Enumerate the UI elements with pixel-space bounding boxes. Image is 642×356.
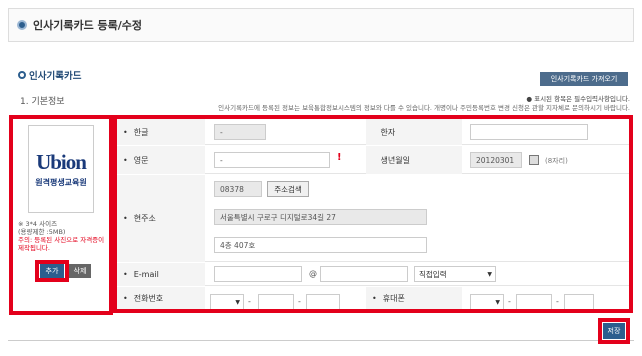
header-bullet-icon <box>17 20 27 30</box>
photo-highlight-frame <box>9 115 113 315</box>
subsection-title: 1. 기본정보 <box>20 97 65 107</box>
import-card-button[interactable]: 인사기록카드 가져오기 <box>540 72 628 86</box>
page-header: 인사기록카드 등록/수정 <box>8 8 634 42</box>
bottom-divider <box>8 340 634 341</box>
form-highlight-frame <box>113 115 633 313</box>
section-header: 인사기록카드 <box>18 68 81 82</box>
section-bullet-icon <box>18 71 26 79</box>
page-title: 인사기록카드 등록/수정 <box>33 19 143 32</box>
save-button[interactable]: 저장 <box>603 323 625 339</box>
section-title: 인사기록카드 <box>29 71 82 82</box>
info-notice: 인사기록카드에 등록된 정보는 보육통합정보시스템의 정보와 다를 수 있습니다… <box>218 104 630 112</box>
add-button-highlight-frame <box>35 260 69 282</box>
